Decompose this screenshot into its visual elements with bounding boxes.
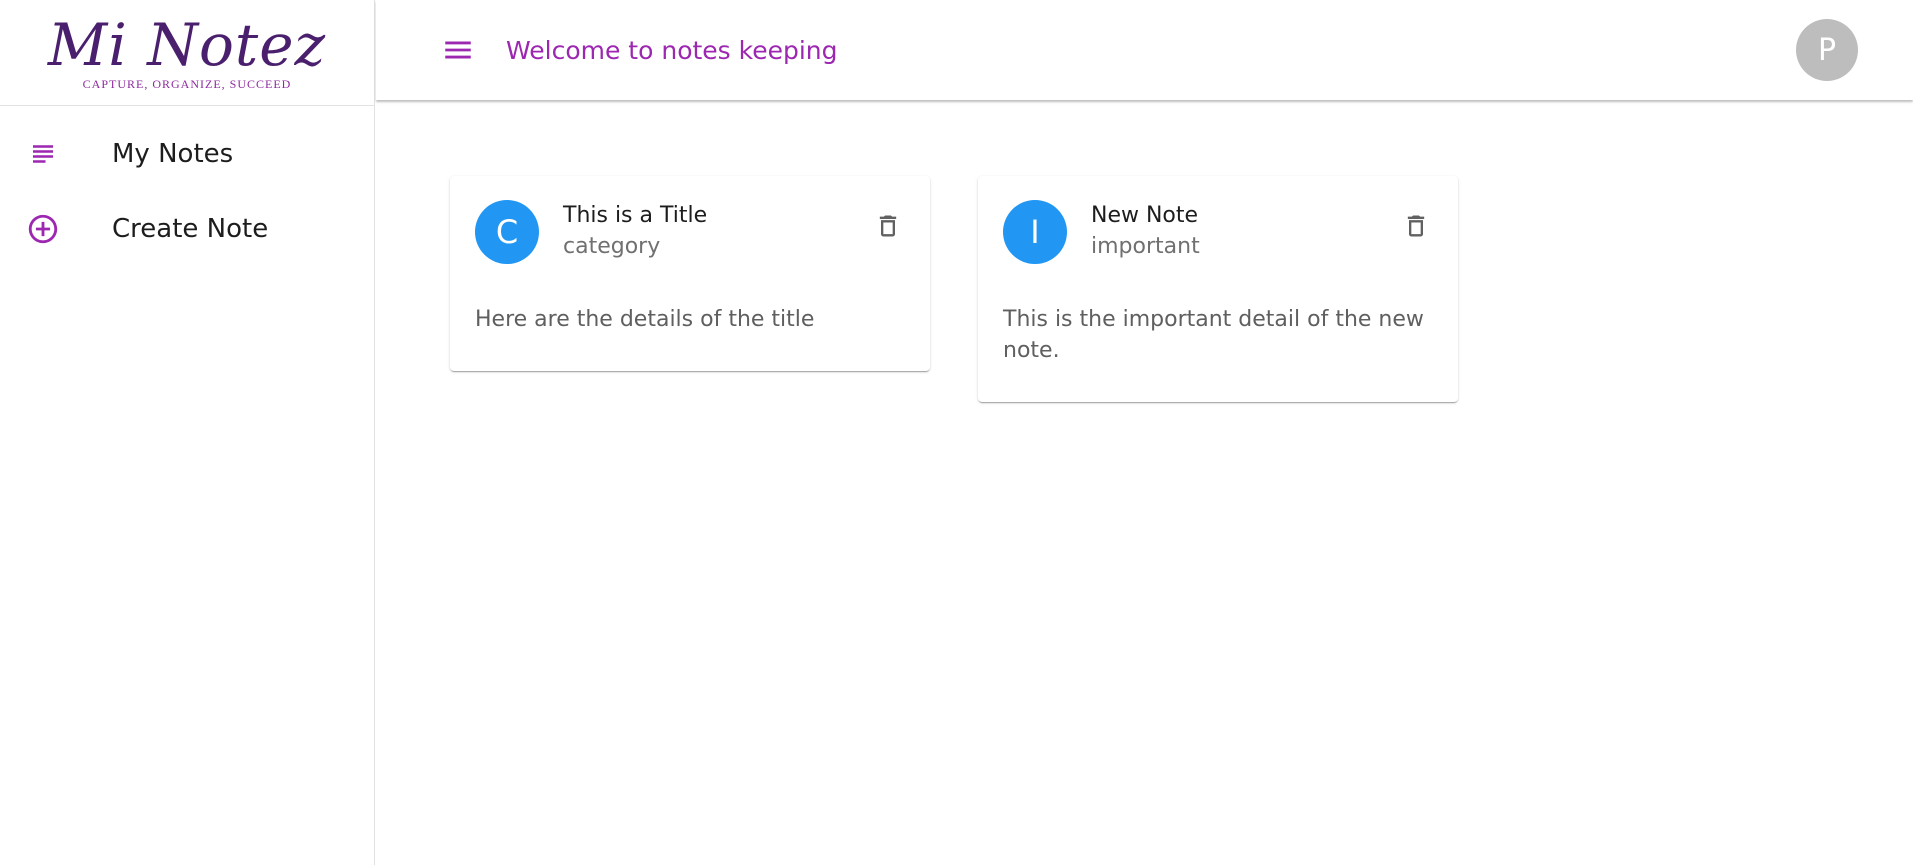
note-avatar: I [1003, 200, 1067, 264]
page-title: Welcome to notes keeping [506, 35, 838, 65]
sidebar-nav: My Notes Create Note [0, 106, 374, 266]
note-card: I New Note important This is the importa… [978, 176, 1458, 402]
sidebar-item-label: My Notes [112, 138, 234, 169]
main-content: C This is a Title category Here are the … [376, 100, 1913, 865]
add-circle-icon [26, 212, 60, 246]
note-category: important [1091, 234, 1200, 259]
menu-icon[interactable] [440, 32, 476, 68]
note-title: New Note [1091, 203, 1199, 228]
notes-list: C This is a Title category Here are the … [450, 176, 1458, 402]
delete-note-button[interactable] [874, 210, 902, 242]
note-details: Here are the details of the title [475, 307, 815, 332]
note-category: category [563, 234, 661, 259]
note-titles: New Note important [1091, 201, 1432, 263]
user-avatar[interactable]: P [1796, 19, 1858, 81]
note-card-header: C This is a Title category [450, 176, 930, 264]
sidebar-item-label: Create Note [112, 213, 269, 244]
logo-script-text: Mi Notez [47, 11, 327, 79]
delete-note-button[interactable] [1402, 210, 1430, 242]
trash-icon [879, 215, 897, 237]
note-avatar: C [475, 200, 539, 264]
app-header: Welcome to notes keeping P [376, 0, 1913, 100]
logo-tagline: CAPTURE, ORGANIZE, SUCCEED [82, 77, 292, 91]
sidebar: Mi Notez CAPTURE, ORGANIZE, SUCCEED My N… [0, 0, 375, 865]
note-titles: This is a Title category [563, 201, 904, 263]
note-title: This is a Title [563, 203, 708, 228]
note-card-header: I New Note important [978, 176, 1458, 264]
note-details: This is the important detail of the new … [1003, 307, 1424, 363]
sidebar-item-create-note[interactable]: Create Note [0, 191, 374, 266]
note-card: C This is a Title category Here are the … [450, 176, 930, 371]
subject-icon [26, 137, 60, 171]
app-logo[interactable]: Mi Notez CAPTURE, ORGANIZE, SUCCEED [0, 0, 374, 106]
trash-icon [1407, 215, 1425, 237]
sidebar-item-my-notes[interactable]: My Notes [0, 116, 374, 191]
